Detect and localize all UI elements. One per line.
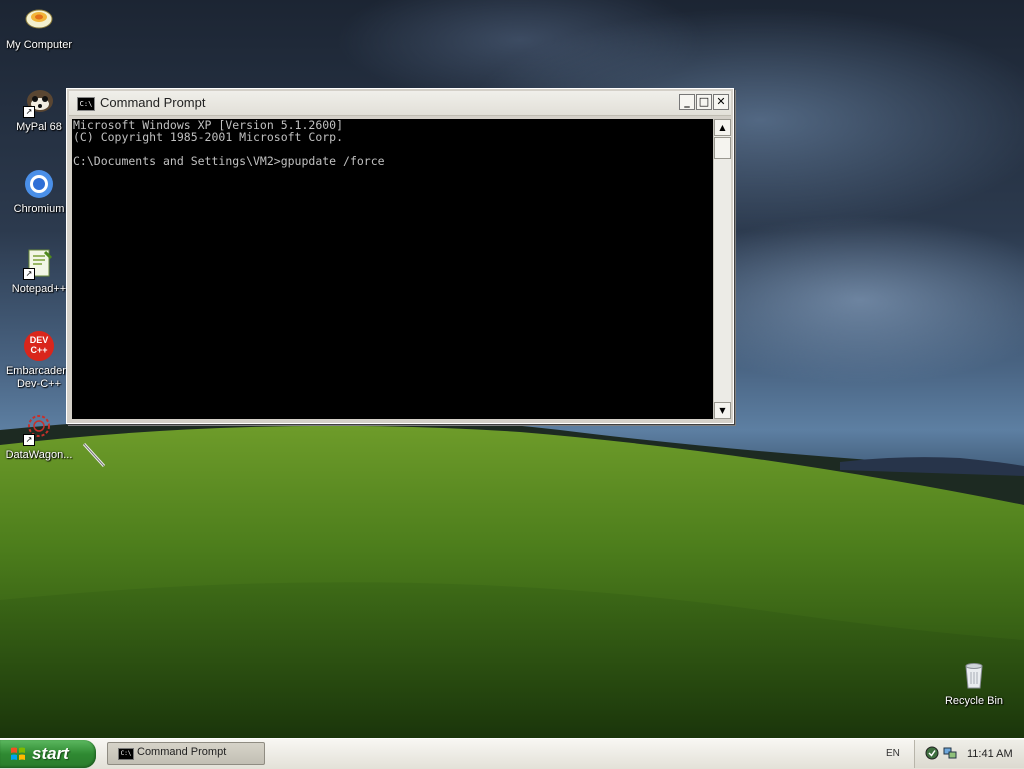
desktop-icon-my-computer[interactable]: My Computer xyxy=(0,4,78,52)
recycle-bin-icon xyxy=(958,660,990,692)
start-label: start xyxy=(32,744,69,763)
desktop-icon-recycle-bin[interactable]: Recycle Bin xyxy=(935,660,1013,708)
shortcut-arrow-icon: ↗ xyxy=(23,434,35,446)
devcpp-icon: DEV C++ xyxy=(23,330,55,362)
minimize-button[interactable]: _ xyxy=(679,94,695,110)
network-icon[interactable] xyxy=(943,746,957,760)
system-tray: 11:41 AM xyxy=(914,740,1024,768)
window-title: Command Prompt xyxy=(100,95,206,110)
chromium-icon xyxy=(23,168,55,200)
cmd-icon: C:\ xyxy=(118,748,134,760)
shortcut-arrow-icon: ↗ xyxy=(23,106,35,118)
console-line: (C) Copyright 1985-2001 Microsoft Corp. xyxy=(73,130,344,144)
devcpp-badge: DEV C++ xyxy=(29,335,49,355)
start-button[interactable]: start xyxy=(0,740,96,768)
close-button[interactable]: ✕ xyxy=(713,94,729,110)
vertical-scrollbar[interactable]: ▲ ▼ xyxy=(713,119,731,419)
taskbar-item-label: Command Prompt xyxy=(137,746,227,758)
pen-cursor-icon xyxy=(82,442,106,468)
cmd-window-icon[interactable]: C:\ xyxy=(77,97,95,111)
windows-logo-icon xyxy=(11,747,25,760)
mypal-icon: ↗ xyxy=(23,86,55,118)
scrollbar-thumb[interactable] xyxy=(714,137,731,159)
notepadpp-icon: ↗ xyxy=(23,248,55,280)
my-computer-icon xyxy=(23,4,55,36)
shortcut-arrow-icon: ↗ xyxy=(23,268,35,280)
window-titlebar[interactable]: C:\ Command Prompt _ □ ✕ xyxy=(69,91,731,116)
datawagon-icon: ↗ xyxy=(23,414,55,446)
taskbar: start C:\ Command Prompt EN 11:41 AM xyxy=(0,738,1024,769)
scroll-down-button[interactable]: ▼ xyxy=(714,402,731,419)
scroll-up-button[interactable]: ▲ xyxy=(714,119,731,136)
taskbar-item-command-prompt[interactable]: C:\ Command Prompt xyxy=(107,742,265,765)
console-prompt-line: C:\Documents and Settings\VM2>gpupdate /… xyxy=(73,154,385,168)
maximize-button[interactable]: □ xyxy=(696,94,712,110)
language-indicator[interactable]: EN xyxy=(886,748,900,759)
command-prompt-window[interactable]: C:\ Command Prompt _ □ ✕ Microsoft Windo… xyxy=(66,88,734,424)
security-shield-icon[interactable] xyxy=(925,746,939,760)
clock[interactable]: 11:41 AM xyxy=(967,748,1013,760)
console-output[interactable]: Microsoft Windows XP [Version 5.1.2600] … xyxy=(72,119,713,419)
